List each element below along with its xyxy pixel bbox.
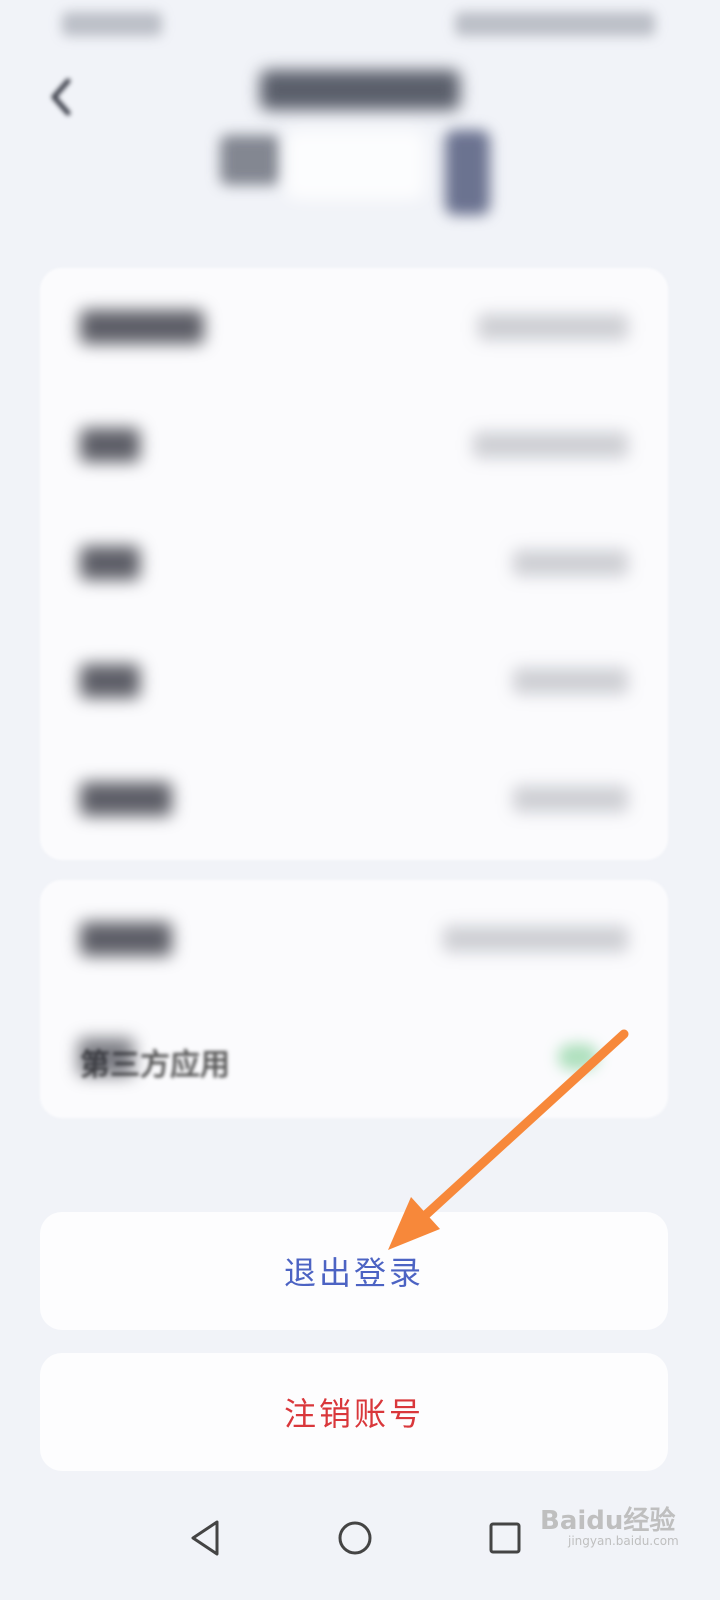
row-label-blurred (80, 782, 172, 816)
profile-blurred-mid (285, 130, 425, 200)
status-bar-left-blurred (62, 12, 162, 36)
nav-home-button[interactable] (325, 1508, 385, 1568)
settings-row[interactable] (40, 622, 668, 740)
row-label-blurred (80, 922, 172, 956)
nav-back-button[interactable] (175, 1508, 235, 1568)
settings-row[interactable] (40, 880, 668, 998)
baidu-watermark: Baidu经验 jingyan.baidu.com (540, 1492, 710, 1552)
row-label-blurred (80, 664, 140, 698)
logout-button[interactable]: 退出登录 (40, 1212, 668, 1330)
cancel-account-button[interactable]: 注销账号 (40, 1353, 668, 1471)
row-label-blurred (80, 310, 204, 344)
row-label-blurred (78, 1038, 134, 1076)
settings-row[interactable] (40, 386, 668, 504)
row-value-blurred (478, 314, 628, 340)
settings-row[interactable] (40, 268, 668, 386)
security-card: 第三方应用 (40, 880, 668, 1118)
status-bar (0, 0, 720, 50)
triangle-back-icon (191, 1520, 219, 1556)
square-recent-icon (489, 1522, 521, 1554)
profile-blurred-left (220, 135, 280, 185)
watermark-logo: Baidu经验 (540, 1506, 676, 1536)
watermark-url: jingyan.baidu.com (568, 1534, 679, 1548)
settings-row[interactable] (40, 504, 668, 622)
row-value-blurred (513, 550, 628, 576)
row-value-blurred (513, 786, 628, 812)
row-value-blurred (473, 432, 628, 458)
account-info-card (40, 268, 668, 860)
back-button[interactable] (36, 72, 86, 122)
avatar[interactable] (445, 130, 490, 215)
row-value-blurred (513, 668, 628, 694)
third-party-apps-row[interactable]: 第三方应用 (40, 998, 668, 1116)
circle-home-icon (338, 1521, 372, 1555)
settings-row[interactable] (40, 740, 668, 858)
toggle-switch[interactable] (558, 1044, 598, 1070)
status-bar-right-blurred (455, 12, 655, 36)
page-title-blurred (260, 70, 460, 110)
row-value-blurred (443, 926, 628, 952)
nav-recent-button[interactable] (475, 1508, 535, 1568)
row-label-blurred (80, 428, 140, 462)
row-label-blurred (80, 546, 140, 580)
chevron-left-icon (51, 78, 71, 116)
